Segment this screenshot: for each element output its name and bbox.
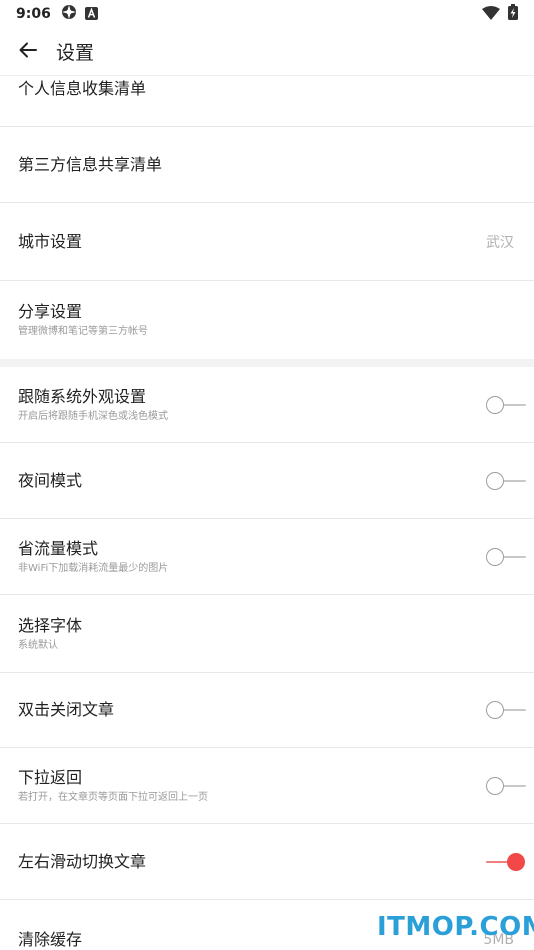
settings-item-pull-to-return[interactable]: 下拉返回 若打开，在文章页等页面下拉可返回上一页 [0, 748, 534, 824]
settings-item-city[interactable]: 城市设置 武汉 [0, 203, 534, 281]
settings-item-data-saver[interactable]: 省流量模式 非WiFi下加载消耗流量最少的图片 [0, 519, 534, 595]
back-button[interactable] [0, 28, 56, 76]
section-divider [0, 359, 534, 367]
item-label: 下拉返回 [18, 767, 83, 787]
status-time: 9:06 [16, 6, 51, 22]
item-label: 个人信息收集清单 [18, 79, 147, 98]
page-title: 设置 [56, 42, 95, 64]
city-value: 武汉 [486, 234, 514, 251]
battery-charging-icon [508, 4, 518, 24]
a-badge-icon [84, 5, 98, 24]
swipe-switch-toggle[interactable] [486, 850, 526, 874]
settings-item-personal-info-list[interactable]: 个人信息收集清单 [0, 76, 534, 127]
item-sublabel: 若打开，在文章页等页面下拉可返回上一页 [18, 791, 208, 803]
item-label: 夜间模式 [18, 470, 83, 490]
status-bar: 9:06 [0, 0, 534, 28]
item-label: 左右滑动切换文章 [18, 851, 147, 871]
item-sublabel: 非WiFi下加载消耗流量最少的图片 [18, 562, 169, 574]
double-tap-close-toggle[interactable] [486, 698, 526, 722]
settings-item-swipe-switch-article[interactable]: 左右滑动切换文章 [0, 824, 534, 900]
item-label: 第三方信息共享清单 [18, 154, 163, 174]
item-label: 省流量模式 [18, 538, 99, 558]
item-label: 分享设置 [18, 302, 83, 321]
settings-item-share[interactable]: 分享设置 管理微博和笔记等第三方帐号 [0, 281, 534, 359]
item-label: 双击关闭文章 [18, 700, 115, 719]
gear-status-icon [61, 4, 77, 24]
status-icons-right [482, 4, 518, 24]
arrow-left-icon [18, 40, 38, 64]
wifi-icon [482, 5, 500, 24]
watermark-text: ITMOP.COM [377, 912, 534, 942]
item-sublabel: 开启后将跟随手机深色或浅色模式 [18, 410, 168, 422]
settings-item-night-mode[interactable]: 夜间模式 [0, 443, 534, 519]
settings-item-follow-system-appearance[interactable]: 跟随系统外观设置 开启后将跟随手机深色或浅色模式 [0, 367, 534, 443]
item-label: 城市设置 [18, 231, 83, 251]
item-label: 跟随系统外观设置 [18, 386, 147, 406]
settings-item-font[interactable]: 选择字体 系统默认 [0, 595, 534, 673]
follow-system-toggle[interactable] [486, 393, 526, 417]
app-bar: 设置 [0, 28, 534, 76]
item-sublabel: 系统默认 [18, 639, 58, 651]
settings-list[interactable]: 个人信息收集清单 第三方信息共享清单 城市设置 武汉 分享设置 管理微博和笔记等… [0, 76, 534, 950]
item-label: 清除缓存 [18, 930, 83, 949]
night-mode-toggle[interactable] [486, 469, 526, 493]
data-saver-toggle[interactable] [486, 545, 526, 569]
status-icons-left [61, 4, 98, 24]
pull-to-return-toggle[interactable] [486, 774, 526, 798]
item-sublabel: 管理微博和笔记等第三方帐号 [18, 326, 148, 337]
item-label: 选择字体 [18, 615, 83, 635]
settings-item-third-party-sharing[interactable]: 第三方信息共享清单 [0, 127, 534, 203]
settings-item-double-tap-close[interactable]: 双击关闭文章 [0, 673, 534, 748]
